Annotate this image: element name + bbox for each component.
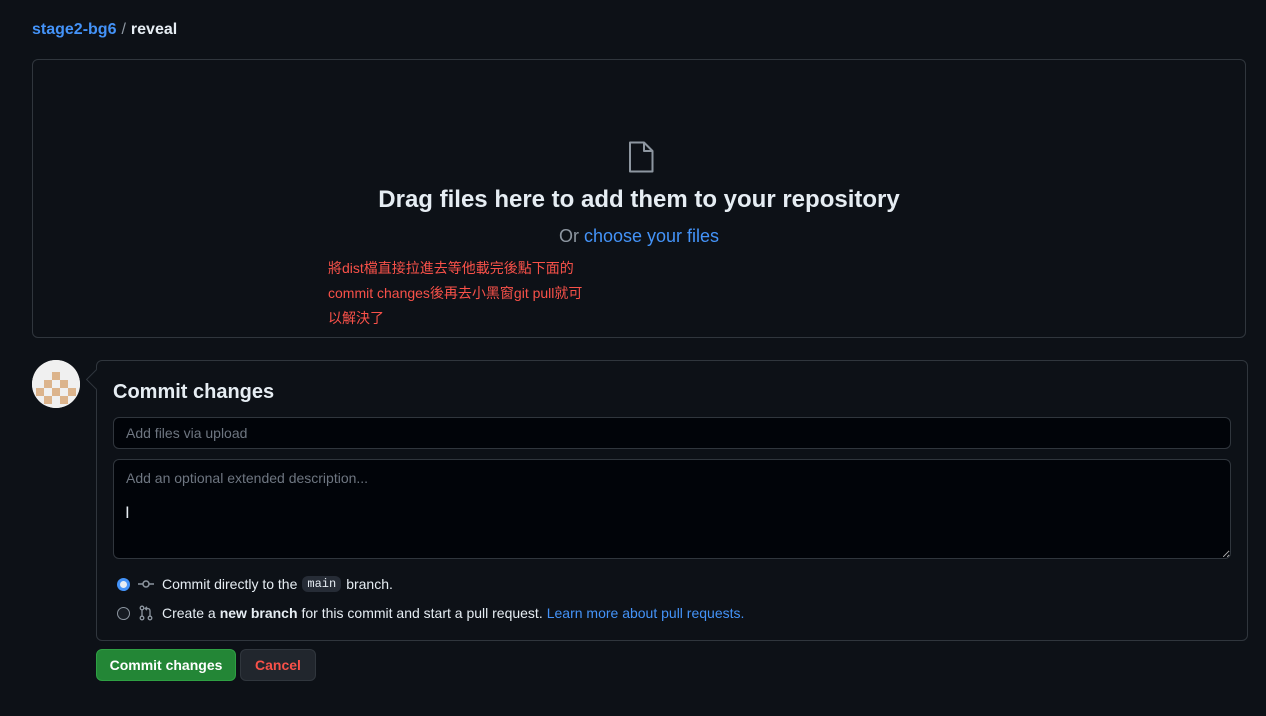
new-branch-strong: new branch — [219, 605, 298, 621]
commit-changes-button[interactable]: Commit changes — [96, 649, 236, 681]
new-branch-option[interactable]: Create a new branch for this commit and … — [117, 605, 744, 621]
commit-directly-suffix: branch. — [346, 576, 393, 592]
new-branch-radio[interactable] — [117, 606, 130, 620]
or-text: Or — [558, 226, 579, 246]
new-branch-label: Create a — [162, 605, 216, 621]
commit-description-input[interactable] — [113, 459, 1231, 559]
file-icon — [627, 141, 655, 176]
commit-directly-option[interactable]: Commit directly to the main branch. — [117, 576, 393, 592]
annotation-note: 將dist檔直接拉進去等他載完後點下面的 commit changes後再去小黑… — [328, 256, 628, 331]
annotation-line: commit changes後再去小黑窗git pull就可 — [328, 285, 583, 301]
commit-directly-radio[interactable] — [117, 577, 130, 591]
commit-title: Commit changes — [113, 381, 275, 403]
git-commit-icon — [138, 576, 154, 592]
breadcrumb-repo-link[interactable]: reveal — [131, 21, 177, 38]
comment-caret — [85, 368, 108, 391]
drop-zone-subtitle: Or choose your files — [33, 226, 1245, 247]
new-branch-suffix: for this commit and start a pull request… — [301, 605, 543, 621]
choose-files-link[interactable]: choose your files — [584, 226, 719, 246]
annotation-line: 以解決了 — [328, 310, 384, 326]
text-cursor-icon: Ι — [125, 503, 130, 522]
branch-name-code: main — [302, 576, 342, 592]
file-drop-zone[interactable]: Drag files here to add them to your repo… — [32, 59, 1246, 338]
breadcrumb: stage2-bg6 / reveal — [32, 19, 177, 41]
cancel-button[interactable]: Cancel — [240, 649, 316, 681]
breadcrumb-separator: / — [121, 21, 126, 38]
annotation-line: 將dist檔直接拉進去等他載完後點下面的 — [328, 260, 574, 276]
learn-more-pull-requests-link[interactable]: Learn more about pull requests. — [547, 605, 745, 621]
pull-request-icon — [138, 605, 154, 621]
drop-zone-title: Drag files here to add them to your repo… — [378, 186, 900, 213]
commit-form: Commit changes Ι Commit directly to the … — [85, 360, 1248, 641]
commit-directly-label: Commit directly to the — [162, 576, 298, 592]
avatar — [32, 360, 80, 408]
breadcrumb-owner-link[interactable]: stage2-bg6 — [32, 21, 116, 38]
commit-summary-input[interactable] — [113, 417, 1231, 449]
